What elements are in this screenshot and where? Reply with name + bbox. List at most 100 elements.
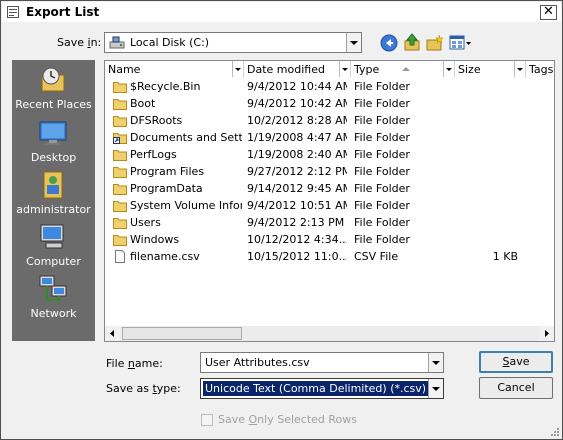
list-item[interactable]: System Volume Infor... 9/4/2012 10:51 AM F… <box>105 197 554 214</box>
new-folder-icon[interactable] <box>426 34 444 52</box>
file-name: DFSRoots <box>130 114 183 127</box>
file-type: File Folder <box>354 233 410 246</box>
column-header-size[interactable]: Size <box>455 61 526 78</box>
file-name-value: User Attributes.csv <box>205 356 310 369</box>
save-in-combo[interactable]: Local Disk (C:) <box>104 32 362 53</box>
save-as-type-label: Save as type: <box>106 382 181 395</box>
export-list-dialog: Export List ✕ Save in: Local Disk (C:) R… <box>0 0 563 440</box>
back-arrow-icon[interactable] <box>380 34 398 52</box>
folder-icon <box>113 233 127 246</box>
file-name: filename.csv <box>130 250 200 263</box>
save-only-selected-rows-label: Save Only Selected Rows <box>218 413 357 426</box>
app-icon <box>7 6 19 18</box>
folder-icon <box>113 97 127 110</box>
column-dropdown-icon[interactable] <box>443 61 454 77</box>
file-type: File Folder <box>354 80 410 93</box>
recent-places-icon <box>41 67 65 92</box>
column-header-name[interactable]: Name <box>105 61 244 78</box>
column-header-tags[interactable]: Tags <box>526 61 554 78</box>
file-name-label: File name: <box>106 357 163 370</box>
chevron-down-icon[interactable] <box>428 379 443 398</box>
list-item[interactable]: filename.csv 10/15/2012 11:0... CSV File 1 … <box>105 248 554 265</box>
resize-grip-icon[interactable] <box>549 426 560 437</box>
file-name-input[interactable]: User Attributes.csv <box>200 352 444 373</box>
folder-icon <box>113 199 127 212</box>
file-type: File Folder <box>354 216 410 229</box>
list-item[interactable]: Documents and Setti... 1/19/2008 4:47 AM F… <box>105 129 554 146</box>
views-menu-icon[interactable] <box>449 34 473 52</box>
scroll-right-icon[interactable] <box>539 326 554 341</box>
file-type: File Folder <box>354 148 410 161</box>
save-button[interactable]: Save <box>479 351 553 373</box>
save-in-value: Local Disk (C:) <box>130 36 210 49</box>
user-folder-icon <box>43 171 63 199</box>
folder-icon <box>113 182 127 195</box>
file-date: 9/4/2012 10:44 AM <box>247 80 347 93</box>
file-date: 10/15/2012 11:0... <box>247 250 347 263</box>
save-as-type-value: Unicode Text (Comma Delimited) (*.csv) <box>201 380 430 397</box>
desktop-icon <box>39 121 67 145</box>
file-name: System Volume Infor... <box>130 199 242 212</box>
scrollbar-thumb[interactable] <box>122 327 242 340</box>
folder-icon <box>113 114 127 127</box>
close-icon: ✕ <box>543 4 554 19</box>
file-type: CSV File <box>354 250 399 263</box>
folder-shortcut-icon <box>113 131 127 144</box>
places-bar: Recent Places Desktop administrator Comp… <box>12 60 95 341</box>
place-administrator[interactable]: administrator <box>12 170 95 220</box>
file-date: 9/4/2012 10:42 AM <box>247 97 347 110</box>
column-dropdown-icon[interactable] <box>232 61 243 77</box>
place-desktop[interactable]: Desktop <box>12 118 95 168</box>
place-computer[interactable]: Computer <box>12 222 95 272</box>
column-header-date-modified[interactable]: Date modified <box>244 61 351 78</box>
place-recent-places[interactable]: Recent Places <box>12 65 95 115</box>
title-bar: Export List ✕ <box>2 2 561 22</box>
file-name: $Recycle.Bin <box>130 80 201 93</box>
dialog-title: Export List <box>26 5 100 19</box>
list-item[interactable]: Users 9/4/2012 2:13 PM File Folder <box>105 214 554 231</box>
file-type: File Folder <box>354 97 410 110</box>
network-icon <box>39 275 67 301</box>
file-date: 9/14/2012 9:45 AM <box>247 182 347 195</box>
up-folder-icon[interactable] <box>403 33 421 51</box>
computer-icon <box>40 224 64 249</box>
chevron-down-icon[interactable] <box>428 353 443 372</box>
save-as-type-select[interactable]: Unicode Text (Comma Delimited) (*.csv) <box>200 378 444 399</box>
place-network[interactable]: Network <box>12 274 95 324</box>
file-date: 9/4/2012 2:13 PM <box>247 216 345 229</box>
file-icon <box>113 250 127 263</box>
file-name: PerfLogs <box>130 148 177 161</box>
file-date: 1/19/2008 2:40 AM <box>247 148 347 161</box>
file-name: Windows <box>130 233 180 246</box>
cancel-button[interactable]: Cancel <box>479 377 553 399</box>
column-dropdown-icon[interactable] <box>339 61 350 77</box>
file-date: 9/27/2012 2:12 PM <box>247 165 347 178</box>
list-item[interactable]: PerfLogs 1/19/2008 2:40 AM File Folder <box>105 146 554 163</box>
list-item[interactable]: $Recycle.Bin 9/4/2012 10:44 AM File Folder <box>105 78 554 95</box>
save-in-label: Save in: <box>57 36 102 49</box>
list-item[interactable]: Boot 9/4/2012 10:42 AM File Folder <box>105 95 554 112</box>
scroll-left-icon[interactable] <box>105 326 120 341</box>
file-date: 1/19/2008 4:47 AM <box>247 131 347 144</box>
list-item[interactable]: Program Files 9/27/2012 2:12 PM File Folde… <box>105 163 554 180</box>
horizontal-scrollbar[interactable] <box>105 326 554 341</box>
file-type: File Folder <box>354 199 410 212</box>
file-date: 10/12/2012 4:34... <box>247 233 347 246</box>
column-dropdown-icon[interactable] <box>514 61 525 77</box>
file-name: ProgramData <box>130 182 203 195</box>
file-list[interactable]: Name Date modified Type Size Tags $Recyc… <box>104 60 555 342</box>
column-header-type[interactable]: Type <box>351 61 455 78</box>
file-name: Program Files <box>130 165 205 178</box>
chevron-down-icon[interactable] <box>346 33 361 52</box>
folder-icon <box>113 216 127 229</box>
list-item[interactable]: DFSRoots 10/2/2012 8:28 AM File Folder <box>105 112 554 129</box>
file-date: 10/2/2012 8:28 AM <box>247 114 347 127</box>
folder-icon <box>113 148 127 161</box>
file-name: Documents and Setti... <box>130 131 242 144</box>
close-button[interactable]: ✕ <box>540 5 557 20</box>
file-type: File Folder <box>354 182 410 195</box>
list-item[interactable]: ProgramData 9/14/2012 9:45 AM File Folder <box>105 180 554 197</box>
save-only-selected-rows-checkbox[interactable] <box>201 414 213 426</box>
local-disk-icon <box>109 36 125 49</box>
list-item[interactable]: Windows 10/12/2012 4:34... File Folder <box>105 231 554 248</box>
